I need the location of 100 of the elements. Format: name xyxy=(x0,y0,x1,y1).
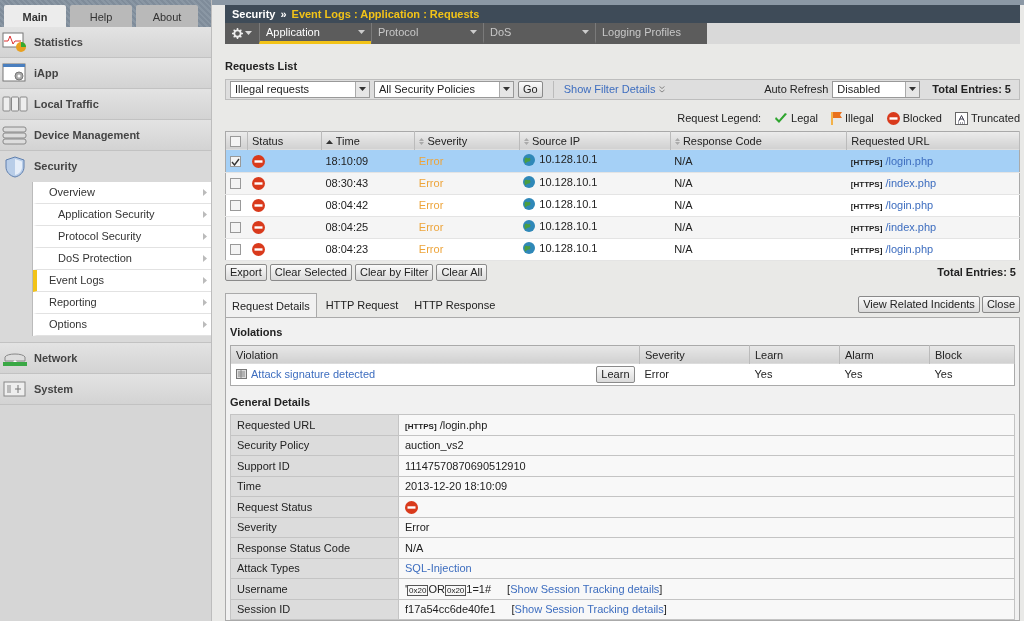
url-link[interactable]: /index.php xyxy=(885,220,937,233)
checkbox[interactable] xyxy=(230,156,241,168)
caret-icon xyxy=(245,31,252,36)
filter-details-link[interactable]: Show Filter Details xyxy=(563,81,656,98)
header-button[interactable]: Close xyxy=(981,296,1020,313)
detail-value: f17a54cc6de40fe1 xyxy=(405,603,496,615)
detail-label: Requested URL xyxy=(230,414,399,435)
url-link[interactable]: /index.php xyxy=(885,176,937,189)
table-cell: Error xyxy=(418,198,444,211)
caret-icon xyxy=(503,87,510,92)
detail-value: 2013-12-20 18:10:09 xyxy=(405,480,508,492)
table-cell-text: 10.128.10.1 xyxy=(539,174,598,190)
header-button[interactable]: View Related Incidents xyxy=(858,296,980,313)
nav-tab[interactable]: Application xyxy=(259,22,371,45)
submenu-item[interactable]: Protocol Security xyxy=(33,226,211,248)
sidebar-item[interactable]: iApp xyxy=(0,58,211,89)
sidebar-tab[interactable]: About xyxy=(136,5,198,27)
learn-button[interactable]: Learn xyxy=(596,365,635,383)
legend-label: Illegal xyxy=(845,111,874,126)
sidebar-tab[interactable]: Help xyxy=(70,5,132,27)
column-header[interactable]: Time xyxy=(335,134,360,147)
column-header: Block xyxy=(935,348,962,361)
auto-refresh-dropdown[interactable]: Disabled xyxy=(832,80,921,98)
protocol-tag: [HTTPS] xyxy=(850,245,883,255)
filter-dropdown[interactable]: All Security Policies xyxy=(374,80,514,98)
table-row[interactable]: 08:04:23 Error 10.128.10.1 N/A [HTTPS] /login.php xyxy=(225,238,1020,260)
url-link[interactable]: /login.php xyxy=(885,198,934,211)
violation-link[interactable]: Attack signature detected xyxy=(251,366,376,383)
detail-value: N/A xyxy=(405,541,424,554)
detail-value: Error xyxy=(405,521,430,533)
detail-tab[interactable]: HTTP Request xyxy=(318,291,406,317)
legend-label: Blocked xyxy=(902,111,942,126)
nav-tab[interactable]: Logging Profiles xyxy=(595,22,707,45)
column-header: Learn xyxy=(755,348,784,361)
breadcrumb-section[interactable]: Security xyxy=(232,5,276,22)
sidebar-item[interactable]: Statistics xyxy=(0,27,211,58)
sidebar-tab[interactable]: Main xyxy=(4,5,66,27)
checkbox[interactable] xyxy=(230,222,241,234)
sidebar-item[interactable]: System xyxy=(0,374,211,405)
gear-icon xyxy=(232,27,243,39)
table-cell: Error xyxy=(418,176,444,189)
nav-tab[interactable]: DoS xyxy=(483,22,595,45)
table-cell: N/A xyxy=(670,238,847,260)
detail-tab[interactable]: HTTP Response xyxy=(407,291,503,317)
nav-tab[interactable]: Protocol xyxy=(371,22,483,45)
table-cell: Yes xyxy=(749,364,840,385)
sort-ascending-icon[interactable] xyxy=(325,139,333,144)
submenu-item[interactable]: Options xyxy=(33,314,211,336)
detail-label: Time xyxy=(230,476,399,497)
sort-icon[interactable] xyxy=(523,138,529,146)
column-header: Alarm xyxy=(845,348,874,361)
double-chevron-icon xyxy=(659,85,666,93)
url-link[interactable]: /login.php xyxy=(885,242,934,255)
submenu-item[interactable]: Overview xyxy=(33,182,211,204)
table-row[interactable]: 18:10:09 Error 10.128.10.1 N/A [HTTPS] /login.php xyxy=(225,150,1020,172)
action-button[interactable]: Clear by Filter xyxy=(354,263,434,281)
sidebar-item[interactable]: Local Traffic xyxy=(0,89,211,120)
protocol-tag: [HTTPS] xyxy=(850,157,883,167)
submenu-item[interactable]: DoS Protection xyxy=(33,248,211,270)
table-cell: 18:10:09 xyxy=(321,150,415,172)
chevron-right-icon xyxy=(203,277,207,284)
control-panel-icon xyxy=(2,378,28,400)
detail-label: Session ID xyxy=(230,599,399,620)
detail-label: Severity xyxy=(230,517,399,538)
sort-icon[interactable] xyxy=(419,138,425,146)
attack-type-link[interactable]: SQL-Injection xyxy=(405,562,472,574)
filter-dropdown[interactable]: Illegal requests xyxy=(230,80,370,98)
chevron-right-icon xyxy=(203,233,207,240)
blocked-icon xyxy=(886,111,900,125)
sidebar-item[interactable]: Device Management xyxy=(0,120,211,151)
detail-value: auction_vs2 xyxy=(405,439,464,451)
checkbox[interactable] xyxy=(230,200,241,212)
breadcrumb-separator: » xyxy=(280,6,287,22)
chevron-right-icon xyxy=(203,211,207,218)
sort-icon[interactable] xyxy=(674,138,680,146)
breadcrumb-path: Event Logs : Application : Requests xyxy=(291,6,480,22)
checkbox[interactable] xyxy=(230,178,241,190)
checkbox[interactable] xyxy=(230,244,241,256)
window-gear-icon xyxy=(2,62,28,84)
action-button[interactable]: Export xyxy=(225,263,267,281)
action-button[interactable]: Clear All xyxy=(436,263,488,281)
go-button[interactable]: Go xyxy=(518,80,543,98)
table-row[interactable]: 08:04:25 Error 10.128.10.1 N/A [HTTPS] /index.php xyxy=(225,216,1020,238)
table-cell: N/A xyxy=(670,216,847,238)
bracket: [ xyxy=(507,582,511,595)
detail-value: 11147570870690512910 xyxy=(405,459,526,472)
settings-menu-button[interactable] xyxy=(225,22,259,45)
detail-tab[interactable]: Request Details xyxy=(225,292,317,318)
legend-label: Legal xyxy=(791,111,818,126)
table-row[interactable]: 08:30:43 Error 10.128.10.1 N/A [HTTPS] /index.php xyxy=(225,172,1020,194)
globe-icon xyxy=(523,153,536,166)
column-header: Severity xyxy=(645,348,685,361)
sidebar-item[interactable]: Network xyxy=(0,343,211,374)
submenu-item[interactable]: Reporting xyxy=(33,292,211,314)
table-row[interactable]: 08:04:42 Error 10.128.10.1 N/A [HTTPS] /login.php xyxy=(225,194,1020,216)
checkbox[interactable] xyxy=(230,136,241,148)
column-header: Violation xyxy=(236,348,278,361)
action-button[interactable]: Clear Selected xyxy=(269,263,352,281)
globe-icon xyxy=(523,241,536,254)
submenu-item[interactable]: Application Security xyxy=(33,204,211,226)
